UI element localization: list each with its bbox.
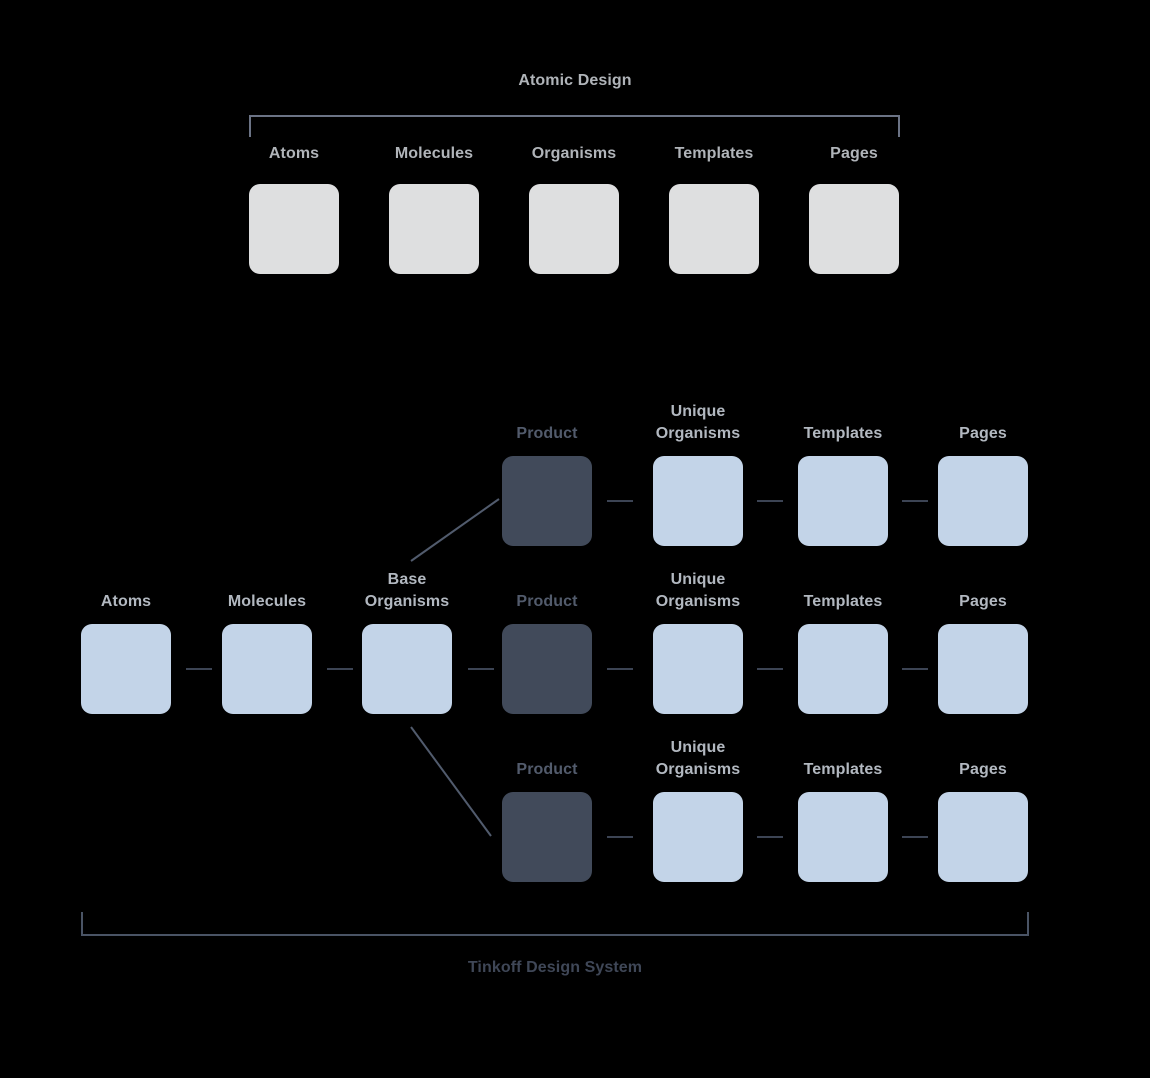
atomic-stage-label-templates: Templates: [674, 145, 754, 162]
bottom-branch-label-templates: Templates: [803, 761, 883, 778]
atomic-design-bracket: [249, 115, 900, 137]
top-branch-label-unique-organisms: Unique Organisms: [655, 403, 741, 442]
middle-branch-label-product: Product: [516, 593, 578, 610]
atomic-stage-box-organisms[interactable]: [529, 184, 619, 274]
middle-branch-label-templates: Templates: [803, 593, 883, 610]
atomic-stage-box-pages[interactable]: [809, 184, 899, 274]
bottom-branch-connector-3: [902, 836, 928, 838]
diagram-canvas: Atomic Design Atoms Molecules Organisms …: [0, 0, 1150, 1078]
top-branch-connector-1: [607, 500, 633, 502]
trunk-label-atoms: Atoms: [100, 593, 152, 610]
bottom-branch-box-templates[interactable]: [798, 792, 888, 882]
trunk-box-atoms[interactable]: [81, 624, 171, 714]
connector-atoms-molecules: [186, 668, 212, 670]
atomic-stage-label-molecules: Molecules: [394, 145, 474, 162]
top-branch-box-unique-organisms[interactable]: [653, 456, 743, 546]
top-branch-label-pages: Pages: [959, 425, 1007, 442]
connector-molecules-base-organisms: [327, 668, 353, 670]
bottom-branch-box-unique-organisms[interactable]: [653, 792, 743, 882]
tinkoff-design-system-bracket: [81, 912, 1029, 936]
top-branch-label-templates: Templates: [803, 425, 883, 442]
branch-line-bottom: [410, 726, 492, 837]
atomic-stage-box-molecules[interactable]: [389, 184, 479, 274]
top-branch-label-product: Product: [516, 425, 578, 442]
trunk-label-molecules: Molecules: [227, 593, 307, 610]
bottom-branch-label-product: Product: [516, 761, 578, 778]
bottom-branch-box-product[interactable]: [502, 792, 592, 882]
top-branch-box-templates[interactable]: [798, 456, 888, 546]
atomic-stage-label-atoms: Atoms: [268, 145, 320, 162]
middle-branch-connector-1: [607, 668, 633, 670]
tinkoff-design-system-caption: Tinkoff Design System: [467, 959, 643, 976]
branch-line-top: [410, 498, 500, 562]
trunk-box-molecules[interactable]: [222, 624, 312, 714]
middle-branch-box-product[interactable]: [502, 624, 592, 714]
atomic-stage-label-pages: Pages: [830, 145, 878, 162]
trunk-label-base-organisms: Base Organisms: [364, 571, 450, 610]
middle-branch-box-unique-organisms[interactable]: [653, 624, 743, 714]
bottom-branch-connector-2: [757, 836, 783, 838]
middle-branch-connector-0: [468, 668, 494, 670]
middle-branch-box-pages[interactable]: [938, 624, 1028, 714]
top-branch-box-product[interactable]: [502, 456, 592, 546]
middle-branch-label-pages: Pages: [959, 593, 1007, 610]
middle-branch-box-templates[interactable]: [798, 624, 888, 714]
atomic-stage-box-templates[interactable]: [669, 184, 759, 274]
atomic-design-title: Atomic Design: [518, 72, 632, 89]
top-branch-connector-2: [757, 500, 783, 502]
trunk-box-base-organisms[interactable]: [362, 624, 452, 714]
bottom-branch-label-unique-organisms: Unique Organisms: [655, 739, 741, 778]
middle-branch-connector-3: [902, 668, 928, 670]
bottom-branch-box-pages[interactable]: [938, 792, 1028, 882]
top-branch-box-pages[interactable]: [938, 456, 1028, 546]
top-branch-connector-3: [902, 500, 928, 502]
bottom-branch-connector-1: [607, 836, 633, 838]
middle-branch-label-unique-organisms: Unique Organisms: [655, 571, 741, 610]
bottom-branch-label-pages: Pages: [959, 761, 1007, 778]
atomic-stage-box-atoms[interactable]: [249, 184, 339, 274]
middle-branch-connector-2: [757, 668, 783, 670]
atomic-stage-label-organisms: Organisms: [531, 145, 617, 162]
